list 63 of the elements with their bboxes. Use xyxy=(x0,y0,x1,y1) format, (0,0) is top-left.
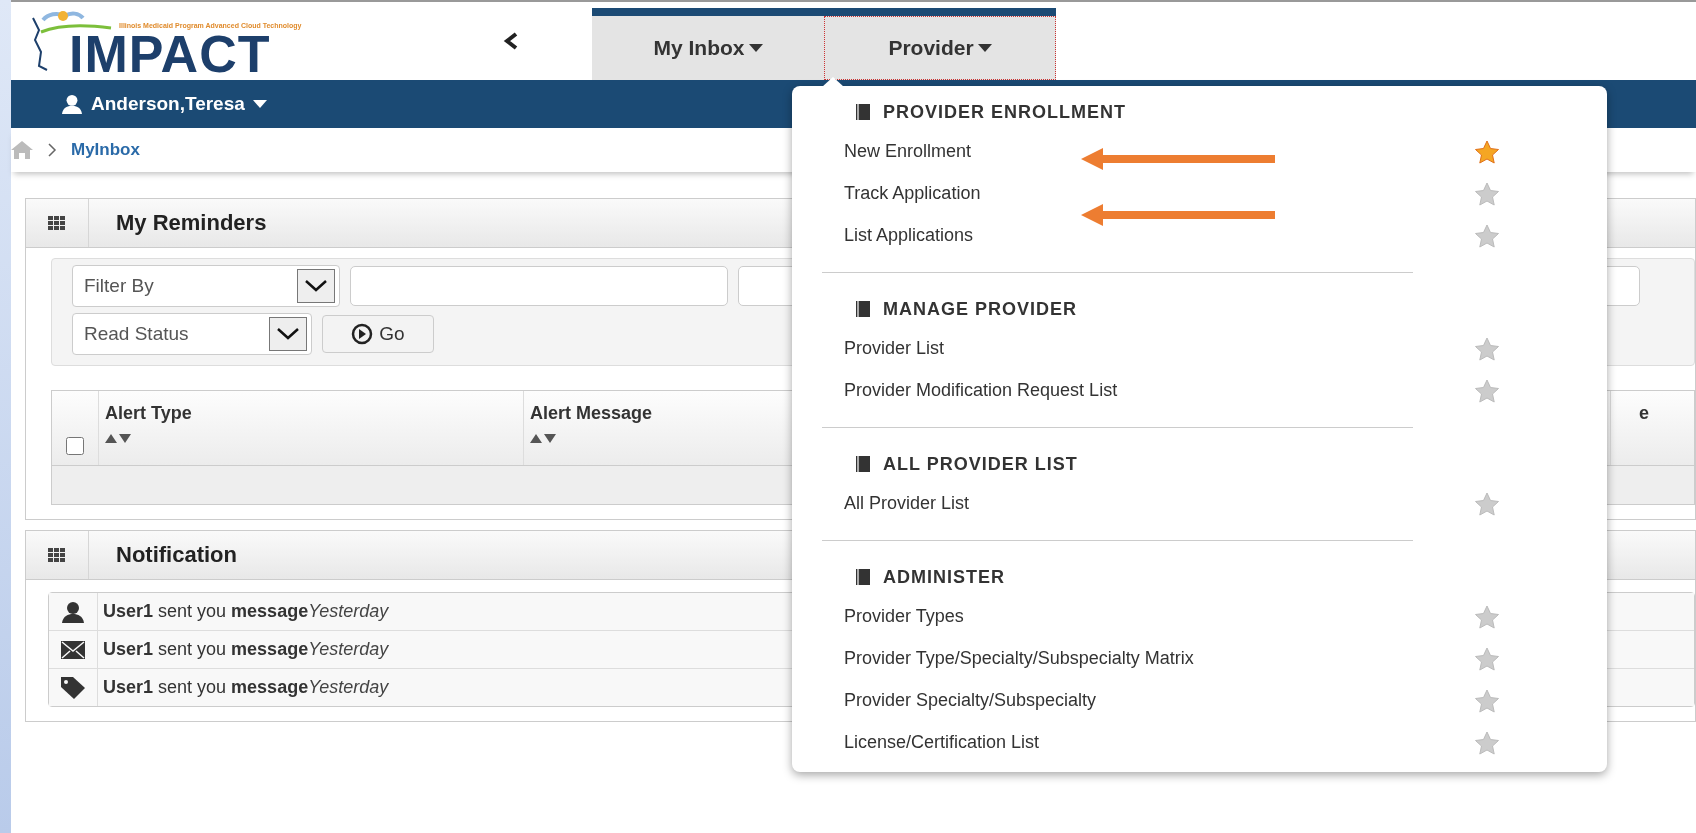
chevron-right-icon xyxy=(47,143,57,157)
grid-icon xyxy=(48,216,66,230)
chevron-down-icon xyxy=(269,317,307,351)
star-icon[interactable] xyxy=(1474,182,1500,206)
star-icon[interactable] xyxy=(1474,647,1500,671)
caret-icon xyxy=(748,44,763,52)
notification-text: User1 sent you message xyxy=(103,639,309,660)
book-icon xyxy=(853,102,873,122)
menu-item[interactable]: Provider Types xyxy=(792,595,1607,637)
caret-icon xyxy=(252,100,267,108)
filter-select[interactable]: Filter By xyxy=(72,265,340,307)
chevron-down-icon xyxy=(297,269,335,303)
menu-item[interactable]: All Provider List xyxy=(792,482,1607,524)
menu-section-title: ADMINISTER xyxy=(883,566,1005,588)
user-icon xyxy=(61,600,85,623)
book-icon xyxy=(853,454,873,474)
column-header: e xyxy=(1639,403,1649,425)
menu-item[interactable]: Track Application xyxy=(792,172,1607,214)
book-icon xyxy=(853,299,873,319)
menu-item[interactable]: Provider List xyxy=(792,327,1607,369)
star-icon[interactable] xyxy=(1474,379,1500,403)
book-icon xyxy=(853,567,873,587)
star-icon[interactable] xyxy=(1474,140,1500,164)
status-select[interactable]: Read Status xyxy=(72,313,312,355)
star-icon[interactable] xyxy=(1474,492,1500,516)
star-icon[interactable] xyxy=(1474,731,1500,755)
notification-text: User1 sent you message xyxy=(103,601,309,622)
grid-icon xyxy=(48,548,66,562)
notification-time: Yesterday xyxy=(308,601,389,622)
menu-item[interactable]: New Enrollment xyxy=(792,130,1607,172)
tag-icon xyxy=(61,676,85,699)
star-icon[interactable] xyxy=(1474,689,1500,713)
column-header: Alert Type xyxy=(105,403,193,424)
notification-time: Yesterday xyxy=(308,677,389,698)
menu-item[interactable]: List Applications xyxy=(792,214,1607,256)
breadcrumb-link[interactable]: MyInbox xyxy=(71,140,140,160)
star-icon[interactable] xyxy=(1474,337,1500,361)
play-circle-icon xyxy=(351,323,374,345)
home-icon[interactable] xyxy=(11,141,33,159)
nav-tab[interactable]: Provider xyxy=(824,16,1056,80)
filter-input[interactable] xyxy=(350,266,728,306)
envelope-icon xyxy=(61,640,85,659)
menu-section-title: ALL PROVIDER LIST xyxy=(883,453,1078,475)
chevron-left-icon[interactable] xyxy=(503,32,519,50)
menu-item[interactable]: License/Certification List xyxy=(792,721,1607,763)
caret-icon xyxy=(977,44,992,52)
menu-section-title: MANAGE PROVIDER xyxy=(883,298,1077,320)
panel-title: My Reminders xyxy=(116,210,267,236)
notification-time: Yesterday xyxy=(308,639,389,660)
user-menu[interactable]: Anderson,Teresa xyxy=(61,93,267,115)
star-icon[interactable] xyxy=(1474,224,1500,248)
logo-wordmark: IMPACT xyxy=(69,30,271,78)
menu-item[interactable]: Provider Modification Request List xyxy=(792,369,1607,411)
column-header: Alert Message xyxy=(530,403,654,424)
notification-text: User1 sent you message xyxy=(103,677,309,698)
nav-tab[interactable]: My Inbox xyxy=(592,16,824,80)
star-icon[interactable] xyxy=(1474,605,1500,629)
go-button[interactable]: Go xyxy=(322,315,434,353)
menu-section-title: PROVIDER ENROLLMENT xyxy=(883,101,1126,123)
panel-title: Notification xyxy=(116,542,237,568)
menu-item[interactable]: Provider Specialty/Subspecialty xyxy=(792,679,1607,721)
user-icon xyxy=(61,94,83,114)
menu-item[interactable]: Provider Type/Specialty/Subspecialty Matrix xyxy=(792,637,1607,679)
